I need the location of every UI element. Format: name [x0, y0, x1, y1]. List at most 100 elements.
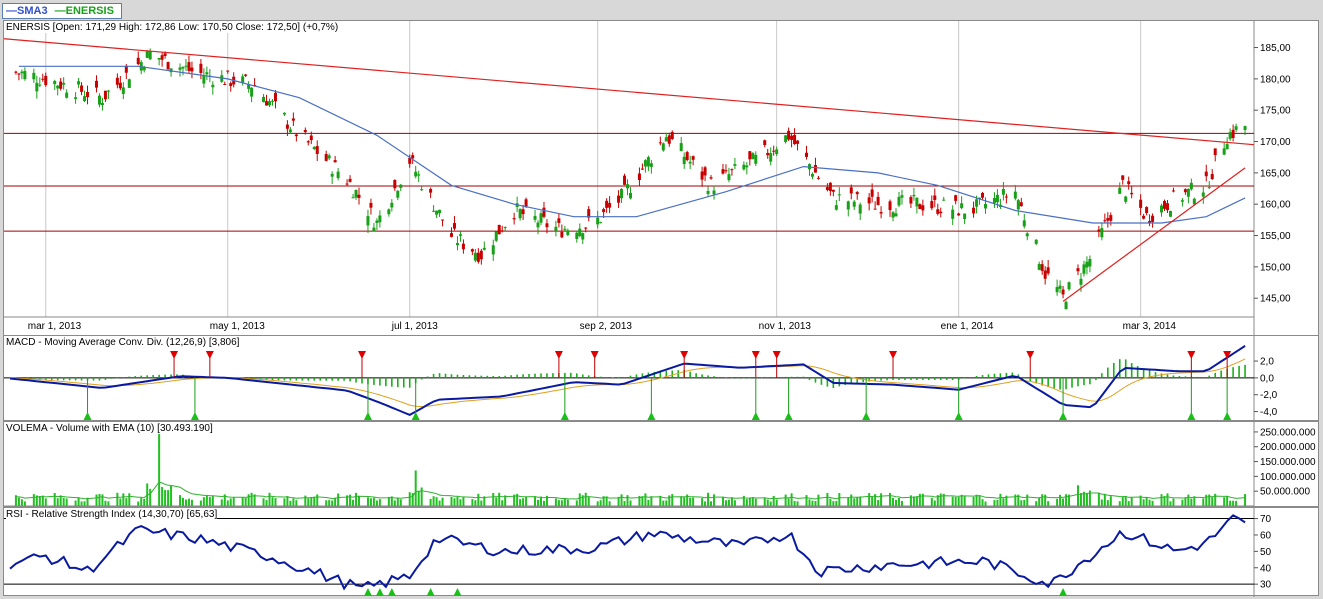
rsi-y-tick-label: 30 [1260, 580, 1272, 591]
macd-histogram-bar [158, 374, 160, 378]
price-candle-body [393, 179, 397, 189]
volume-bar [378, 499, 381, 506]
volume-bar [143, 498, 146, 506]
volume-bar [1232, 500, 1235, 506]
macd-chart[interactable]: 2,0 0,0 -2,0 -4,0 [4, 336, 1320, 422]
price-candle-body [512, 218, 516, 220]
macd-histogram-bar [969, 377, 972, 378]
volume-bar [304, 495, 307, 506]
price-candle-body [223, 83, 227, 85]
price-candle-body [80, 85, 84, 92]
volume-bar [387, 496, 390, 506]
price-candle-body [345, 183, 349, 185]
macd-histogram-bar [510, 375, 512, 378]
legend-sma3-label: SMA3 [17, 5, 48, 17]
volume-bar [205, 495, 208, 506]
volume-bar [763, 497, 766, 506]
price-candle-body [888, 201, 892, 211]
volume-bar [647, 499, 650, 506]
volume-bar [38, 495, 41, 506]
volume-bar [918, 493, 921, 506]
price-candle-body [178, 67, 182, 70]
volume-bar [167, 490, 170, 506]
price-candle-body [846, 201, 850, 210]
macd-histogram-bar [385, 377, 387, 387]
volume-bar [808, 499, 811, 506]
price-candle-body [411, 155, 415, 159]
volume-bar [393, 500, 396, 506]
price-candle-body [396, 190, 400, 198]
macd-histogram-bar [707, 375, 709, 378]
price-candle-body [1183, 189, 1187, 193]
volume-panel[interactable]: VOLEMA - Volume with EMA (10) [30.493.19… [3, 421, 1320, 508]
volume-chart[interactable]: 250.000.000 200.000.000 150.000.000 100.000… [4, 422, 1320, 508]
price-candle-body [1109, 215, 1113, 221]
price-candle-body [733, 164, 737, 166]
volume-bar [226, 500, 229, 506]
price-candle-body [399, 184, 403, 188]
volume-bar [892, 498, 895, 506]
macd-buy-signal-marker [647, 412, 656, 420]
volume-bar [1127, 501, 1130, 506]
volume-bar [1166, 493, 1169, 506]
rsi-panel[interactable]: RSI - Relative Strength Index (14,30,70)… [3, 507, 1320, 597]
macd-histogram-bar [951, 377, 954, 380]
volume-bar [560, 500, 563, 506]
legend-enersis[interactable]: —ENERSIS [55, 5, 114, 17]
price-candle-body [449, 233, 453, 237]
volume-bar [993, 500, 996, 506]
volume-bar [331, 500, 334, 506]
volume-bar [495, 497, 498, 506]
macd-histogram-bar [528, 373, 530, 378]
macd-histogram-bar [981, 375, 984, 378]
price-candle-body [954, 195, 958, 201]
macd-panel-title: MACD - Moving Average Conv. Div. (12,26,… [6, 337, 240, 348]
price-candle-body [17, 73, 21, 75]
volume-bar [689, 497, 692, 506]
price-candle-body [1213, 148, 1217, 156]
price-panel[interactable]: ENERSIS [Open: 171,29 High: 172,86 Low: … [3, 20, 1320, 337]
volume-bar [286, 496, 289, 506]
rsi-chart[interactable]: 70 60 50 40 30 [4, 508, 1320, 597]
price-candle-body [1067, 282, 1071, 290]
macd-histogram-bar [540, 373, 542, 378]
rsi-oversold-marker [426, 588, 435, 596]
price-candle-body [1097, 229, 1101, 232]
macd-sell-signal-marker [889, 351, 898, 359]
price-candle-body [664, 137, 668, 142]
volume-bar [680, 496, 683, 506]
volume-bar [1047, 501, 1050, 506]
volume-bar [399, 499, 402, 506]
price-candle-body [1037, 264, 1041, 270]
price-candle-body [828, 182, 832, 192]
macd-panel[interactable]: MACD - Moving Average Conv. Div. (12,26,… [3, 335, 1320, 422]
macd-histogram-bar [999, 373, 1002, 378]
price-candle-body [136, 57, 140, 65]
volume-bar [1229, 500, 1232, 506]
volume-bar [74, 500, 77, 506]
macd-histogram-bar [772, 377, 775, 378]
macd-histogram-bar [301, 377, 304, 381]
price-chart[interactable]: mar 1, 2013 may 1, 2013 jul 1, 2013 sep 2, … [4, 21, 1320, 337]
macd-histogram-bar [122, 377, 125, 378]
price-candle-body [900, 195, 904, 198]
macd-sell-signal-marker [590, 351, 599, 359]
legend-sma3[interactable]: —SMA3 [6, 5, 48, 17]
macd-histogram-bar [164, 374, 166, 378]
macd-histogram-bar [1029, 377, 1032, 382]
macd-histogram-bar [98, 377, 101, 381]
macd-histogram-bar [140, 375, 143, 378]
macd-histogram-bar [993, 373, 996, 378]
price-candle-body [244, 74, 248, 76]
macd-histogram-bar [1071, 377, 1073, 388]
macd-histogram-bar [760, 377, 763, 378]
price-candle-body [14, 71, 18, 73]
price-candle-body [1186, 188, 1190, 197]
price-candle-body [324, 154, 328, 161]
macd-histogram-bar [492, 375, 495, 378]
volume-bar [1026, 494, 1029, 506]
volume-bar [471, 499, 474, 506]
price-candle-body [775, 149, 779, 155]
price-candle-body [575, 232, 579, 239]
price-candle-body [181, 67, 185, 69]
